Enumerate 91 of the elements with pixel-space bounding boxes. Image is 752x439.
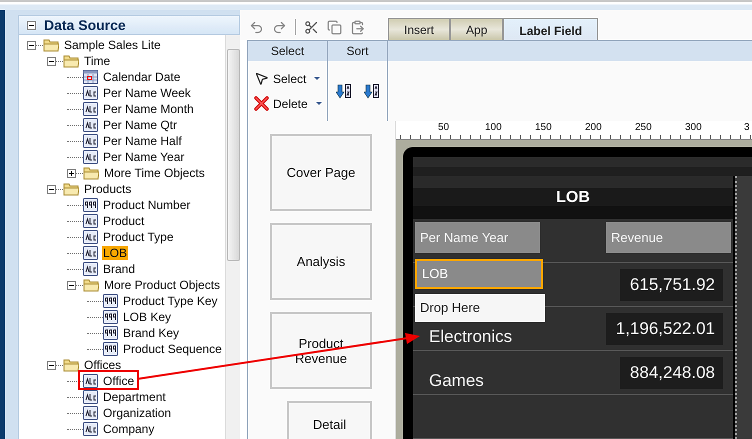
paste-icon[interactable]	[350, 20, 365, 34]
drop-target[interactable]: Drop Here	[415, 294, 545, 322]
tree-item[interactable]: Per Name Week	[102, 86, 192, 100]
tab[interactable]: Insert	[388, 18, 450, 40]
column-header: Per Name Year	[415, 222, 540, 253]
text-field-icon	[83, 406, 98, 420]
report-title: LOB	[556, 188, 590, 206]
row-label: Games	[429, 371, 484, 391]
text-field-icon	[83, 118, 98, 132]
tree-item[interactable]: Office	[102, 374, 136, 388]
group-title: Select	[270, 43, 306, 60]
sort-descending-icon[interactable]	[364, 83, 380, 99]
tree-item[interactable]: Per Name Half	[102, 134, 183, 148]
tree-item[interactable]: Department	[102, 390, 167, 404]
tree-item[interactable]: Product Sequence	[122, 342, 223, 356]
folder-icon	[63, 182, 79, 196]
tree-item[interactable]: Per Name Qtr	[102, 118, 178, 132]
ribbon-button[interactable]: Delete	[254, 96, 322, 111]
scrollbar[interactable]	[225, 35, 240, 439]
tree-item[interactable]: Time	[83, 54, 112, 68]
text-field-icon	[83, 262, 98, 276]
highlight-frame	[78, 370, 139, 390]
text-field-icon	[83, 422, 98, 436]
tree-item[interactable]: More Time Objects	[103, 166, 206, 180]
text-field-icon	[83, 374, 98, 388]
page-thumbnail[interactable]: Cover Page	[270, 134, 372, 211]
number-field-icon	[103, 294, 118, 308]
caret-icon	[314, 77, 320, 80]
panel-title: Data Source	[44, 17, 126, 33]
tree-item[interactable]: Per Name Year	[102, 150, 186, 164]
text-field-icon	[83, 390, 98, 404]
sort-ascending-icon[interactable]	[336, 83, 352, 99]
expander-icon[interactable]	[67, 280, 76, 290]
tree-item[interactable]: Sample Sales Lite	[63, 38, 162, 52]
tree-item[interactable]: Products	[83, 182, 132, 196]
tree-item[interactable]: Organization	[102, 406, 172, 420]
tree-item[interactable]: Offices	[83, 358, 122, 372]
tree-item[interactable]: Product Type Key	[122, 294, 218, 308]
number-field-icon	[103, 310, 118, 324]
row-label: Electronics	[429, 327, 512, 347]
text-field-icon	[83, 230, 98, 244]
page-thumbnail[interactable]: Product Revenue	[270, 312, 372, 389]
page-thumbnail[interactable]: Analysis	[270, 223, 372, 300]
text-field-icon	[83, 150, 98, 164]
tree-item[interactable]: Company	[102, 422, 156, 436]
group-title: Sort	[345, 43, 370, 60]
expander-icon[interactable]	[47, 360, 56, 370]
scissors-icon[interactable]	[304, 20, 319, 34]
expander-icon[interactable]	[47, 56, 56, 66]
tree-item[interactable]: Brand	[102, 262, 136, 276]
expander-icon[interactable]	[47, 184, 56, 194]
calendar-icon	[83, 70, 98, 84]
folder-icon	[83, 166, 99, 180]
number-field-icon	[103, 326, 118, 340]
tab[interactable]: App	[450, 18, 504, 40]
number-field-icon	[103, 342, 118, 356]
expander-icon[interactable]	[67, 168, 76, 178]
text-field-icon	[83, 134, 98, 148]
collapse-icon[interactable]	[27, 20, 36, 30]
tree-item[interactable]: Brand Key	[122, 326, 180, 340]
tree-item[interactable]: Product Number	[102, 198, 192, 212]
tree-item[interactable]: Per Name Month	[102, 102, 195, 116]
text-field-icon	[83, 102, 98, 116]
tree-item[interactable]: Product	[102, 214, 146, 228]
text-field-icon	[83, 214, 98, 228]
tree-item[interactable]: More Product Objects	[103, 278, 222, 292]
folder-icon	[63, 358, 79, 372]
folder-icon	[43, 38, 59, 52]
tree-item[interactable]: Calendar Date	[102, 70, 182, 84]
text-field-icon	[83, 246, 98, 260]
folder-icon	[63, 54, 79, 68]
caret-icon	[316, 102, 322, 105]
copy-icon[interactable]	[327, 20, 342, 34]
tree-item[interactable]: LOB	[102, 246, 128, 260]
delete-icon	[254, 96, 269, 111]
number-field-icon	[83, 198, 98, 212]
revenue-value: 615,751.92	[620, 268, 723, 300]
ruler: 50 100 150 200 250 300 3	[396, 121, 752, 140]
tree-item[interactable]: LOB Key	[122, 310, 172, 324]
revenue-value: 1,196,522.01	[606, 312, 723, 344]
folder-icon	[83, 278, 99, 292]
redo-icon[interactable]	[272, 20, 287, 34]
column-header: Revenue	[606, 222, 731, 253]
tree-item[interactable]: Product Type	[102, 230, 174, 244]
pointer-icon	[254, 71, 269, 86]
undo-icon[interactable]	[249, 20, 264, 34]
ribbon-button[interactable]: Select	[254, 71, 320, 86]
expander-icon[interactable]	[27, 40, 36, 50]
text-field-icon	[83, 86, 98, 100]
revenue-value: 884,248.08	[620, 356, 723, 388]
page-thumbnail[interactable]: Detail	[287, 401, 372, 439]
